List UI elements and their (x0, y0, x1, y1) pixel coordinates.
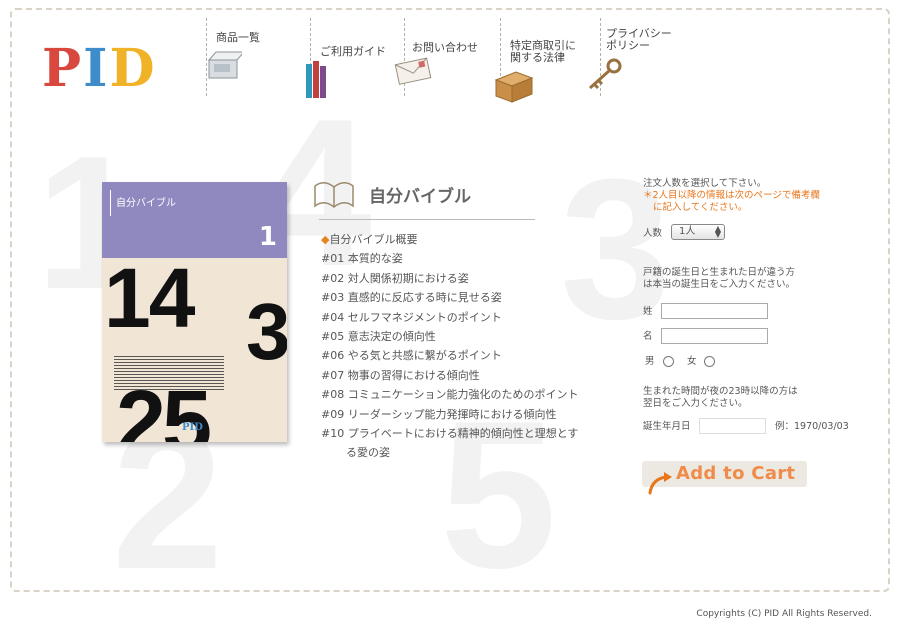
nav-item-privacy[interactable]: プライバシー ポリシー (588, 18, 696, 98)
add-to-cart-label: Add to Cart (676, 463, 796, 484)
male-label: 男 (645, 356, 655, 367)
toc-number: #10 (321, 427, 345, 441)
toc-number: #03 (321, 291, 345, 305)
cover-volume: 1 (258, 222, 277, 252)
cover-number: 3 (246, 287, 287, 376)
nav-label: 商品一覧 (216, 31, 260, 44)
toc-number: #04 (321, 310, 345, 324)
birthday-example: 例：1970/03/03 (775, 421, 849, 432)
toc-text: プライベートにおける精神的傾向性と理想とする愛の姿 (346, 427, 579, 460)
birthday-note: 戸籍の誕生日と生まれた日が違う方 (643, 267, 796, 278)
nav-label: プライバシー ポリシー (606, 28, 672, 52)
toc-item: #08 コミュニケーション能力強化のためのポイント (321, 385, 579, 404)
female-radio[interactable] (704, 356, 715, 367)
toc-text: 本質的な姿 (347, 252, 403, 266)
birth-time-note: 生まれた時間が夜の23時以降の方は (643, 386, 798, 397)
toc-item: #05 意志決定の傾向性 (321, 327, 579, 346)
toc-item: #06 やる気と共感に繋がるポイント (321, 346, 579, 365)
toc-text: 意志決定の傾向性 (347, 330, 436, 344)
table-of-contents: ◆自分バイブル概要 #01 本質的な姿 #02 対人関係初期における姿 #03 … (321, 230, 579, 463)
nav-label: お問い合わせ (412, 41, 478, 54)
toc-item: #10 プライベートにおける精神的傾向性と理想とする愛の姿 (321, 424, 579, 463)
cover-number: 14 (104, 251, 195, 345)
toc-item: #07 物事の習得における傾向性 (321, 366, 579, 385)
heading-divider (319, 219, 535, 220)
logo-letter: D (109, 38, 157, 99)
person-count-select[interactable]: 1人 ▲ ▼ (671, 224, 725, 240)
nav-label-line: ポリシー (606, 39, 650, 52)
logo-letter: I (83, 38, 110, 99)
birthday-input[interactable] (699, 418, 766, 434)
copyright-text: Copyrights (C) PID All Rights Reserved. (696, 609, 872, 619)
cover-mini-logo: PID (182, 422, 203, 433)
toc-number: #02 (321, 271, 345, 285)
nav-item-guide[interactable]: ご利用ガイド (306, 18, 404, 98)
curved-arrow-icon (648, 472, 672, 495)
books-icon (306, 61, 326, 98)
cover-text-block (114, 356, 224, 392)
count-label: 人数 (643, 228, 663, 239)
toc-item: #01 本質的な姿 (321, 249, 579, 268)
nav-item-contact[interactable]: お問い合わせ (394, 18, 500, 98)
last-name-input[interactable] (661, 303, 768, 319)
toc-number: #08 (321, 388, 345, 402)
toc-item: #02 対人関係初期における姿 (321, 269, 579, 288)
toc-item: #03 直感的に反応する時に見せる姿 (321, 288, 579, 307)
toc-text: 直感的に反応する時に見せる姿 (347, 291, 502, 305)
envelope-icon (394, 57, 432, 85)
last-name-label: 姓 (643, 306, 653, 317)
add-to-cart-button[interactable]: Add to Cart (642, 461, 807, 495)
toc-item: #04 セルフマネジメントのポイント (321, 308, 579, 327)
pid-logo[interactable]: PID (42, 38, 157, 99)
logo-letter: P (42, 38, 84, 99)
toc-text: やる気と共感に繋がるポイント (347, 349, 502, 363)
female-label: 女 (687, 356, 697, 367)
open-book-icon (314, 182, 354, 208)
toc-text: セルフマネジメントのポイント (347, 310, 502, 324)
nav-label: ご利用ガイド (320, 45, 386, 58)
key-icon (588, 58, 622, 90)
birth-time-note: 翌日をご入力ください。 (643, 398, 748, 409)
book-cover-image: 自分バイブル 1 14 3 25 PID (102, 182, 287, 442)
nav-label-line: 関する法律 (510, 51, 565, 64)
toc-text: コミュニケーション能力強化のためのポイント (347, 388, 579, 402)
toc-number: #07 (321, 368, 345, 382)
birthday-note: は本当の誕生日をご入力ください。 (643, 279, 796, 290)
male-radio[interactable] (663, 356, 674, 367)
cover-title: 自分バイブル (116, 198, 176, 209)
cover-band-line (110, 190, 111, 216)
first-name-label: 名 (643, 331, 653, 342)
count-prompt: 注文人数を選択して下さい。 (643, 178, 767, 189)
toc-number: #09 (321, 407, 345, 421)
cardboard-box-icon (494, 71, 534, 103)
toc-item: ◆自分バイブル概要 (321, 230, 579, 249)
count-note: に記入してください。 (653, 202, 748, 213)
first-name-input[interactable] (661, 328, 768, 344)
toc-text: リーダーシップ能力発揮時における傾向性 (347, 407, 557, 421)
nav-label: 特定商取引に 関する法律 (510, 40, 576, 64)
count-note: ＊2人目以降の情報は次のページで備考欄 (643, 190, 820, 201)
toc-number: #01 (321, 252, 345, 266)
toc-number: #06 (321, 349, 345, 363)
product-title: 自分バイブル (369, 187, 471, 207)
toc-number: #05 (321, 330, 345, 344)
select-value: 1人 (679, 226, 696, 237)
toc-text: 自分バイブル概要 (329, 233, 418, 246)
nav-item-products[interactable]: 商品一覧 (206, 18, 306, 98)
toc-item: #09 リーダーシップ能力発揮時における傾向性 (321, 405, 579, 424)
select-arrows-icon: ▲ ▼ (714, 224, 721, 239)
birthday-label: 誕生年月日 (643, 421, 691, 432)
shopping-box-icon (207, 51, 242, 79)
toc-text: 物事の習得における傾向性 (347, 368, 480, 382)
toc-text: 対人関係初期における姿 (347, 271, 469, 285)
